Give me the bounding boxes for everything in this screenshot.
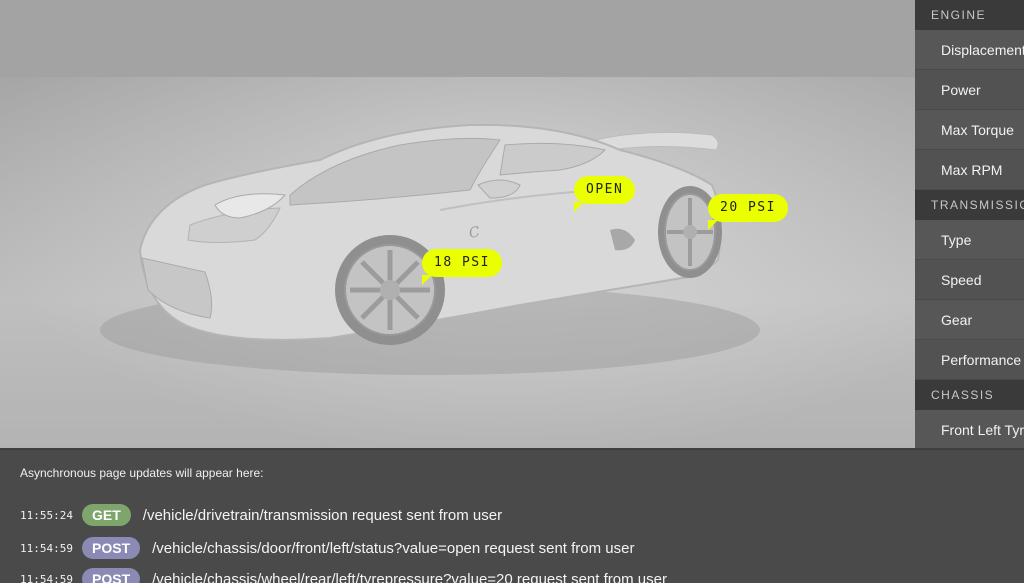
door-status-callout[interactable]: OPEN xyxy=(574,176,636,212)
http-method-badge: GET xyxy=(82,504,131,526)
sidebar-item-performance-label: Performance xyxy=(941,352,1022,368)
sidebar-item-type[interactable]: Type xyxy=(915,220,1024,260)
sidebar-item-front-left-tyre[interactable]: Front Left Tyre xyxy=(915,410,1024,448)
section-header-chassis: CHASSIS xyxy=(915,380,1024,410)
rear-tyre-pressure-callout[interactable]: 20 PSI xyxy=(708,194,788,230)
sidebar-item-power[interactable]: Power xyxy=(915,70,1024,110)
section-header-transmission: TRANSMISSION xyxy=(915,190,1024,220)
log-timestamp: 11:54:59 xyxy=(20,541,73,555)
log-entry: 11:54:59 POST /vehicle/chassis/wheel/rea… xyxy=(20,567,667,583)
log-timestamp: 11:54:59 xyxy=(20,572,73,583)
sidebar-item-performance[interactable]: Performance M xyxy=(915,340,1024,380)
log-message: /vehicle/chassis/door/front/left/status?… xyxy=(152,539,635,557)
log-timestamp: 11:55:24 xyxy=(20,508,73,522)
request-log-panel: Asynchronous page updates will appear he… xyxy=(0,448,1024,583)
sidebar-item-displacement[interactable]: Displacement xyxy=(915,30,1024,70)
sidebar-item-gear[interactable]: Gear xyxy=(915,300,1024,340)
http-method-badge: POST xyxy=(82,568,141,583)
section-header-engine: ENGINE xyxy=(915,0,1024,30)
log-title: Asynchronous page updates will appear he… xyxy=(20,466,264,480)
front-tyre-pressure-callout[interactable]: 18 PSI xyxy=(422,249,502,285)
log-message: /vehicle/drivetrain/transmission request… xyxy=(142,506,503,524)
car-viewport[interactable]: C OPEN 20 PSI 18 PSI xyxy=(0,0,915,448)
log-entry: 11:54:59 POST /vehicle/chassis/door/fron… xyxy=(20,536,634,560)
car-model[interactable]: C xyxy=(0,0,915,448)
log-message: /vehicle/chassis/wheel/rear/left/tyrepre… xyxy=(152,570,667,583)
http-method-badge: POST xyxy=(82,537,141,559)
log-entry: 11:55:24 GET /vehicle/drivetrain/transmi… xyxy=(20,503,502,527)
sidebar-item-speed[interactable]: Speed xyxy=(915,260,1024,300)
sidebar-item-max-rpm[interactable]: Max RPM xyxy=(915,150,1024,190)
sidebar-item-max-torque[interactable]: Max Torque xyxy=(915,110,1024,150)
vehicle-sidebar: ENGINE Displacement Power Max Torque Max… xyxy=(915,0,1024,448)
